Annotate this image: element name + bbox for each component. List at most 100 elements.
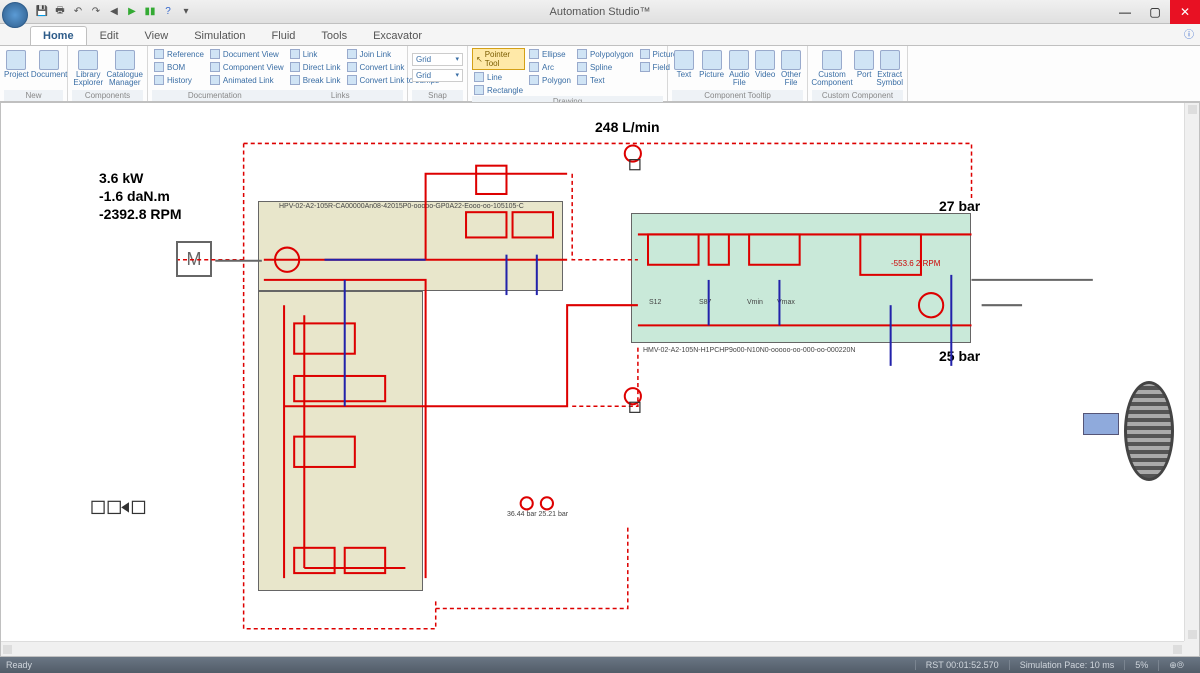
text-button[interactable]: Text <box>575 74 636 86</box>
line-button[interactable]: Line <box>472 71 525 83</box>
extract-button[interactable]: Extract Symbol <box>876 48 903 87</box>
new-document-button[interactable]: Document <box>31 48 67 79</box>
tooltip-audio-button[interactable]: Audio File <box>727 48 751 87</box>
tooltip-video-button[interactable]: Video <box>753 48 777 87</box>
tooltip-text-button[interactable]: Text <box>672 48 696 87</box>
polygon-button[interactable]: Polygon <box>527 74 573 86</box>
poly-label: Polypolygon <box>590 50 634 59</box>
library-explorer-label: Library Explorer <box>72 71 105 87</box>
tt-video-label: Video <box>755 71 775 79</box>
status-ready: Ready <box>6 660 32 670</box>
animated-label: Animated Link <box>223 76 274 85</box>
cc-extract-label: Extract Symbol <box>876 71 903 87</box>
group-links-label: Links <box>278 91 404 100</box>
snap-grid-2[interactable]: Grid <box>412 69 463 82</box>
ribbon: Project Document New Library Explorer Ca… <box>0 46 1200 102</box>
vertical-scrollbar[interactable] <box>1184 103 1199 641</box>
custom-comp-button[interactable]: Custom Component <box>812 48 852 87</box>
breaklink-button[interactable]: Break Link <box>288 74 343 86</box>
qa-redo-icon[interactable]: ↷ <box>88 4 104 20</box>
convertlink-label: Convert Link <box>360 63 405 72</box>
tooltip-other-button[interactable]: Other File <box>779 48 803 87</box>
tab-home[interactable]: Home <box>30 26 87 45</box>
cc-port-label: Port <box>857 71 872 79</box>
status-pct: 5% <box>1124 660 1158 670</box>
app-title: Automation Studio™ <box>550 6 651 18</box>
status-bar: Ready RST 00:01:52.570 Simulation Pace: … <box>0 657 1200 673</box>
link-label: Link <box>303 50 318 59</box>
port-button[interactable]: Port <box>854 48 874 87</box>
tt-other-label: Other File <box>779 71 803 87</box>
snap-grid-1[interactable]: Grid <box>412 53 463 66</box>
reference-button[interactable]: Reference <box>152 48 206 60</box>
breaklink-label: Break Link <box>303 76 341 85</box>
qa-save-icon[interactable]: 💾 <box>34 4 50 20</box>
tab-edit[interactable]: Edit <box>87 26 132 45</box>
tt-audio-label: Audio File <box>727 71 751 87</box>
qa-play-icon[interactable]: ▶ <box>124 4 140 20</box>
qa-back-icon[interactable]: ◀ <box>106 4 122 20</box>
qa-dd-icon[interactable]: ▾ <box>178 4 194 20</box>
app-logo-icon[interactable] <box>2 2 28 28</box>
minimize-button[interactable]: — <box>1110 0 1140 24</box>
ribbon-help-icon[interactable]: ⓘ <box>1184 26 1194 41</box>
group-snap-label: Snap <box>412 90 463 101</box>
arc-label: Arc <box>542 63 554 72</box>
history-button[interactable]: History <box>152 74 206 86</box>
new-project-label: Project <box>4 71 29 79</box>
compview-label: Component View <box>223 63 284 72</box>
docview-button[interactable]: Document View <box>208 48 286 60</box>
tab-row: Home Edit View Simulation Fluid Tools Ex… <box>0 24 1200 46</box>
maximize-button[interactable]: ▢ <box>1140 0 1170 24</box>
catalogue-manager-label: Catalogue Manager <box>107 71 143 87</box>
directlink-label: Direct Link <box>303 63 341 72</box>
canvas-area[interactable]: M 3.6 kW -1.6 daN.m -2392.8 RPM 248 L/mi… <box>0 102 1200 657</box>
cc-comp-label: Custom Component <box>811 71 852 87</box>
directlink-button[interactable]: Direct Link <box>288 61 343 73</box>
bom-button[interactable]: BOM <box>152 61 206 73</box>
history-label: History <box>167 76 192 85</box>
arc-button[interactable]: Arc <box>527 61 573 73</box>
group-tooltip-label: Component Tooltip <box>672 90 803 101</box>
rect-button[interactable]: Rectangle <box>472 84 525 96</box>
text-label: Text <box>590 76 605 85</box>
spline-label: Spline <box>590 63 612 72</box>
group-new-label: New <box>4 90 63 101</box>
compview-button[interactable]: Component View <box>208 61 286 73</box>
group-components-label: Components <box>72 90 143 101</box>
status-zoom-icon[interactable]: ⊕⦾ <box>1158 660 1194 671</box>
joinlink-label: Join Link <box>360 50 392 59</box>
tab-view[interactable]: View <box>132 26 182 45</box>
qa-stop-icon[interactable]: ▮▮ <box>142 4 158 20</box>
poly-button[interactable]: Polypolygon <box>575 48 636 60</box>
pointer-label: Pointer Tool <box>485 50 521 68</box>
qa-help-icon[interactable]: ? <box>160 4 176 20</box>
ellipse-label: Ellipse <box>542 50 566 59</box>
tab-excavator[interactable]: Excavator <box>360 26 435 45</box>
tooltip-picture-button[interactable]: Picture <box>698 48 726 87</box>
tt-pic-label: Picture <box>699 71 724 79</box>
qa-print-icon[interactable]: 🖶 <box>52 4 68 20</box>
ellipse-button[interactable]: Ellipse <box>527 48 573 60</box>
pointer-tool-button[interactable]: ↖Pointer Tool <box>472 48 525 70</box>
spline-button[interactable]: Spline <box>575 61 636 73</box>
group-documentation-label: Documentation <box>152 91 278 100</box>
line-label: Line <box>487 73 502 82</box>
status-pace: Simulation Pace: 10 ms <box>1009 660 1125 670</box>
new-document-label: Document <box>31 71 67 79</box>
new-project-button[interactable]: Project <box>4 48 29 79</box>
link-button[interactable]: Link <box>288 48 343 60</box>
title-bar: 💾 🖶 ↶ ↷ ◀ ▶ ▮▮ ? ▾ Automation Studio™ — … <box>0 0 1200 24</box>
horizontal-scrollbar[interactable] <box>1 641 1184 656</box>
close-button[interactable]: ✕ <box>1170 0 1200 24</box>
tab-fluid[interactable]: Fluid <box>259 26 309 45</box>
polygon-label: Polygon <box>542 76 571 85</box>
rect-label: Rectangle <box>487 86 523 95</box>
animated-button[interactable]: Animated Link <box>208 74 286 86</box>
reference-label: Reference <box>167 50 204 59</box>
tab-simulation[interactable]: Simulation <box>181 26 258 45</box>
qa-undo-icon[interactable]: ↶ <box>70 4 86 20</box>
tab-tools[interactable]: Tools <box>308 26 360 45</box>
library-explorer-button[interactable]: Library Explorer <box>72 48 105 87</box>
catalogue-manager-button[interactable]: Catalogue Manager <box>107 48 143 87</box>
